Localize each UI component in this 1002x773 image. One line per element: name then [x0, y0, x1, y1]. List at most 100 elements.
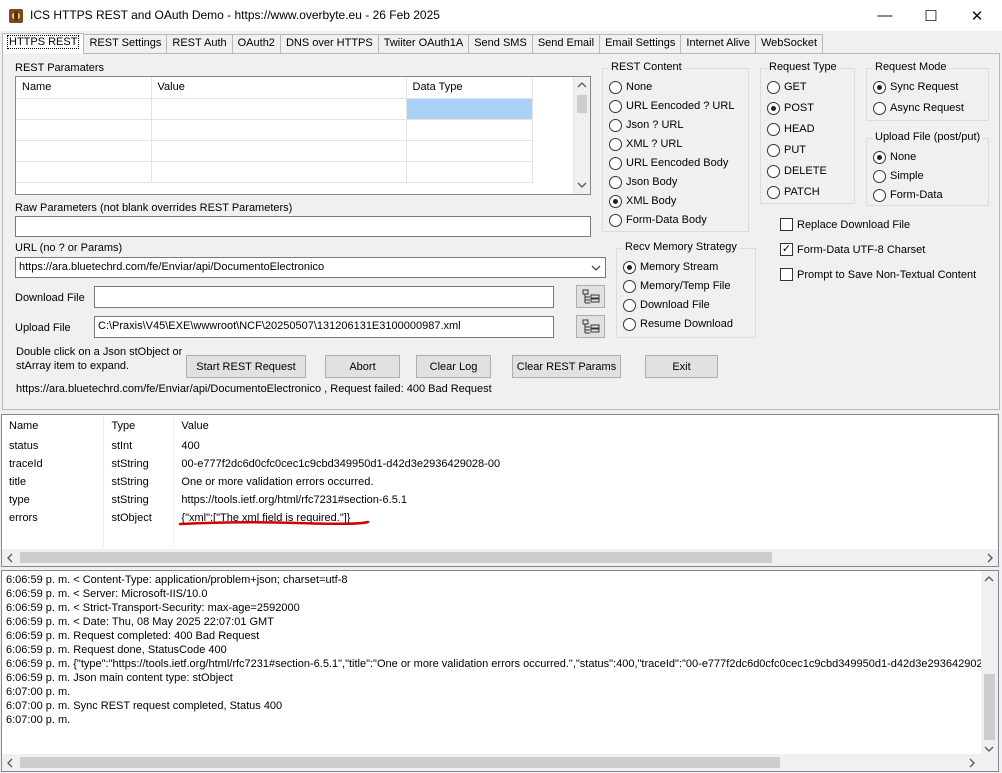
log-vscroll-thumb[interactable]: [984, 674, 995, 740]
recv-strategy-radio[interactable]: Memory Stream: [623, 259, 718, 275]
rest-params-grid[interactable]: Name Value Data Type: [15, 76, 591, 195]
scroll-right-icon[interactable]: [986, 553, 994, 563]
radio-circle[interactable]: [623, 298, 636, 312]
radio-circle[interactable]: [609, 175, 622, 189]
download-file-input[interactable]: [94, 286, 554, 308]
prompt-save-checkbox[interactable]: Prompt to Save Non-Textual Content: [780, 268, 976, 281]
rest-content-radio[interactable]: Json ? URL: [609, 117, 683, 133]
radio-circle[interactable]: [767, 122, 780, 136]
radio-circle[interactable]: [623, 317, 636, 331]
list-header-value[interactable]: Value: [173, 415, 998, 437]
log-memo[interactable]: 6:06:59 p. m. < Content-Type: applicatio…: [1, 570, 999, 772]
close-button[interactable]: ✕: [954, 0, 1000, 31]
list-item[interactable]: type stString https://tools.ietf.org/html/…: [2, 491, 998, 509]
rest-content-radio[interactable]: None: [609, 79, 652, 95]
radio-circle[interactable]: [609, 213, 622, 227]
rest-content-radio[interactable]: URL Eencoded Body: [609, 155, 728, 171]
radio-circle[interactable]: [767, 101, 780, 115]
upload-mode-radio[interactable]: Simple: [873, 168, 924, 184]
radio-circle[interactable]: [873, 101, 886, 115]
list-item[interactable]: status stInt 400: [2, 437, 998, 455]
rest-content-radio[interactable]: Json Body: [609, 174, 677, 190]
checkbox-box[interactable]: [780, 218, 793, 231]
json-list-view[interactable]: Name Type Value status stInt 400 traceId st…: [1, 414, 999, 567]
scroll-down-icon[interactable]: [984, 745, 994, 753]
radio-circle[interactable]: [623, 260, 636, 274]
grid-row[interactable]: [16, 140, 533, 162]
grid-scroll-thumb[interactable]: [577, 95, 587, 113]
download-browse-button[interactable]: [576, 285, 605, 308]
list-item[interactable]: title stString One or more validation erro…: [2, 473, 998, 491]
tab-internet-alive[interactable]: Internet Alive: [680, 34, 756, 53]
radio-circle[interactable]: [609, 137, 622, 151]
radio-circle[interactable]: [767, 164, 780, 178]
replace-download-checkbox[interactable]: Replace Download File: [780, 218, 910, 231]
radio-circle[interactable]: [873, 169, 886, 183]
radio-circle[interactable]: [609, 156, 622, 170]
scroll-right-icon[interactable]: [968, 758, 976, 768]
request-type-radio[interactable]: PATCH: [767, 184, 820, 200]
tab-send-sms[interactable]: Send SMS: [468, 34, 533, 53]
upload-mode-radio[interactable]: Form-Data: [873, 187, 943, 203]
request-mode-radio[interactable]: Sync Request: [873, 79, 958, 95]
raw-params-input[interactable]: [15, 216, 591, 237]
tab-send-email[interactable]: Send Email: [531, 34, 601, 53]
recv-strategy-radio[interactable]: Resume Download: [623, 316, 733, 332]
upload-file-input[interactable]: C:\Praxis\V45\EXE\wwwroot\NCF\20250507\1…: [94, 316, 554, 338]
checkbox-box[interactable]: [780, 268, 793, 281]
grid-row[interactable]: [16, 119, 533, 141]
list-header-name[interactable]: Name: [2, 415, 105, 437]
rest-content-radio[interactable]: XML ? URL: [609, 136, 682, 152]
radio-circle[interactable]: [609, 80, 622, 94]
recv-strategy-radio[interactable]: Memory/Temp File: [623, 278, 730, 294]
request-type-radio[interactable]: DELETE: [767, 163, 827, 179]
url-combobox[interactable]: https://ara.bluetechrd.com/fe/Enviar/api…: [15, 257, 606, 278]
tab-https-rest[interactable]: HTTPS REST: [2, 33, 85, 54]
request-type-radio[interactable]: HEAD: [767, 121, 815, 137]
grid-scrollbar[interactable]: [573, 77, 590, 194]
chevron-down-icon[interactable]: [591, 264, 601, 272]
radio-circle[interactable]: [767, 185, 780, 199]
scroll-down-icon[interactable]: [577, 181, 587, 189]
start-request-button[interactable]: Start REST Request: [186, 355, 306, 378]
maximize-button[interactable]: ☐: [908, 0, 954, 31]
tab-dns-over-https[interactable]: DNS over HTTPS: [279, 34, 379, 53]
tab-twitter-oauth1a[interactable]: Twiiter OAuth1A: [377, 34, 470, 53]
radio-circle[interactable]: [767, 143, 780, 157]
selected-cell[interactable]: [406, 98, 533, 120]
recv-strategy-radio[interactable]: Download File: [623, 297, 710, 313]
exit-button[interactable]: Exit: [645, 355, 718, 378]
tab-oauth2[interactable]: OAuth2: [231, 34, 281, 53]
radio-circle[interactable]: [873, 80, 886, 94]
radio-circle[interactable]: [609, 99, 622, 113]
clear-log-button[interactable]: Clear Log: [416, 355, 491, 378]
scroll-up-icon[interactable]: [577, 81, 587, 89]
tab-rest-settings[interactable]: REST Settings: [83, 34, 168, 53]
list-item[interactable]: errors stObject {"xml":["The xml field is …: [2, 509, 998, 527]
request-type-radio[interactable]: GET: [767, 79, 807, 95]
log-vscrollbar[interactable]: [981, 571, 998, 756]
list-item[interactable]: traceId stString 00-e777f2dc6d0cfc0cec1c9c…: [2, 455, 998, 473]
list-header-type[interactable]: Type: [103, 415, 175, 437]
minimize-button[interactable]: —: [862, 0, 908, 31]
list-hscrollbar[interactable]: [2, 549, 998, 566]
rest-content-radio[interactable]: URL Eencoded ? URL: [609, 98, 734, 114]
tab-email-settings[interactable]: Email Settings: [599, 34, 682, 53]
list-hscroll-thumb[interactable]: [20, 552, 772, 563]
abort-button[interactable]: Abort: [325, 355, 400, 378]
log-hscroll-thumb[interactable]: [20, 757, 780, 768]
request-mode-radio[interactable]: Async Request: [873, 100, 964, 116]
grid-row[interactable]: [16, 161, 533, 183]
tab-websocket[interactable]: WebSocket: [754, 34, 824, 53]
grid-row[interactable]: [16, 98, 533, 120]
radio-circle[interactable]: [873, 188, 886, 202]
upload-browse-button[interactable]: [576, 315, 605, 338]
radio-circle[interactable]: [623, 279, 636, 293]
radio-circle[interactable]: [873, 150, 886, 164]
scroll-left-icon[interactable]: [6, 553, 14, 563]
log-hscrollbar[interactable]: [2, 754, 998, 771]
request-type-radio[interactable]: POST: [767, 100, 814, 116]
form-data-utf8-checkbox[interactable]: ✓ Form-Data UTF-8 Charset: [780, 243, 925, 256]
request-type-radio[interactable]: PUT: [767, 142, 806, 158]
checkmark-icon[interactable]: ✓: [780, 243, 793, 256]
